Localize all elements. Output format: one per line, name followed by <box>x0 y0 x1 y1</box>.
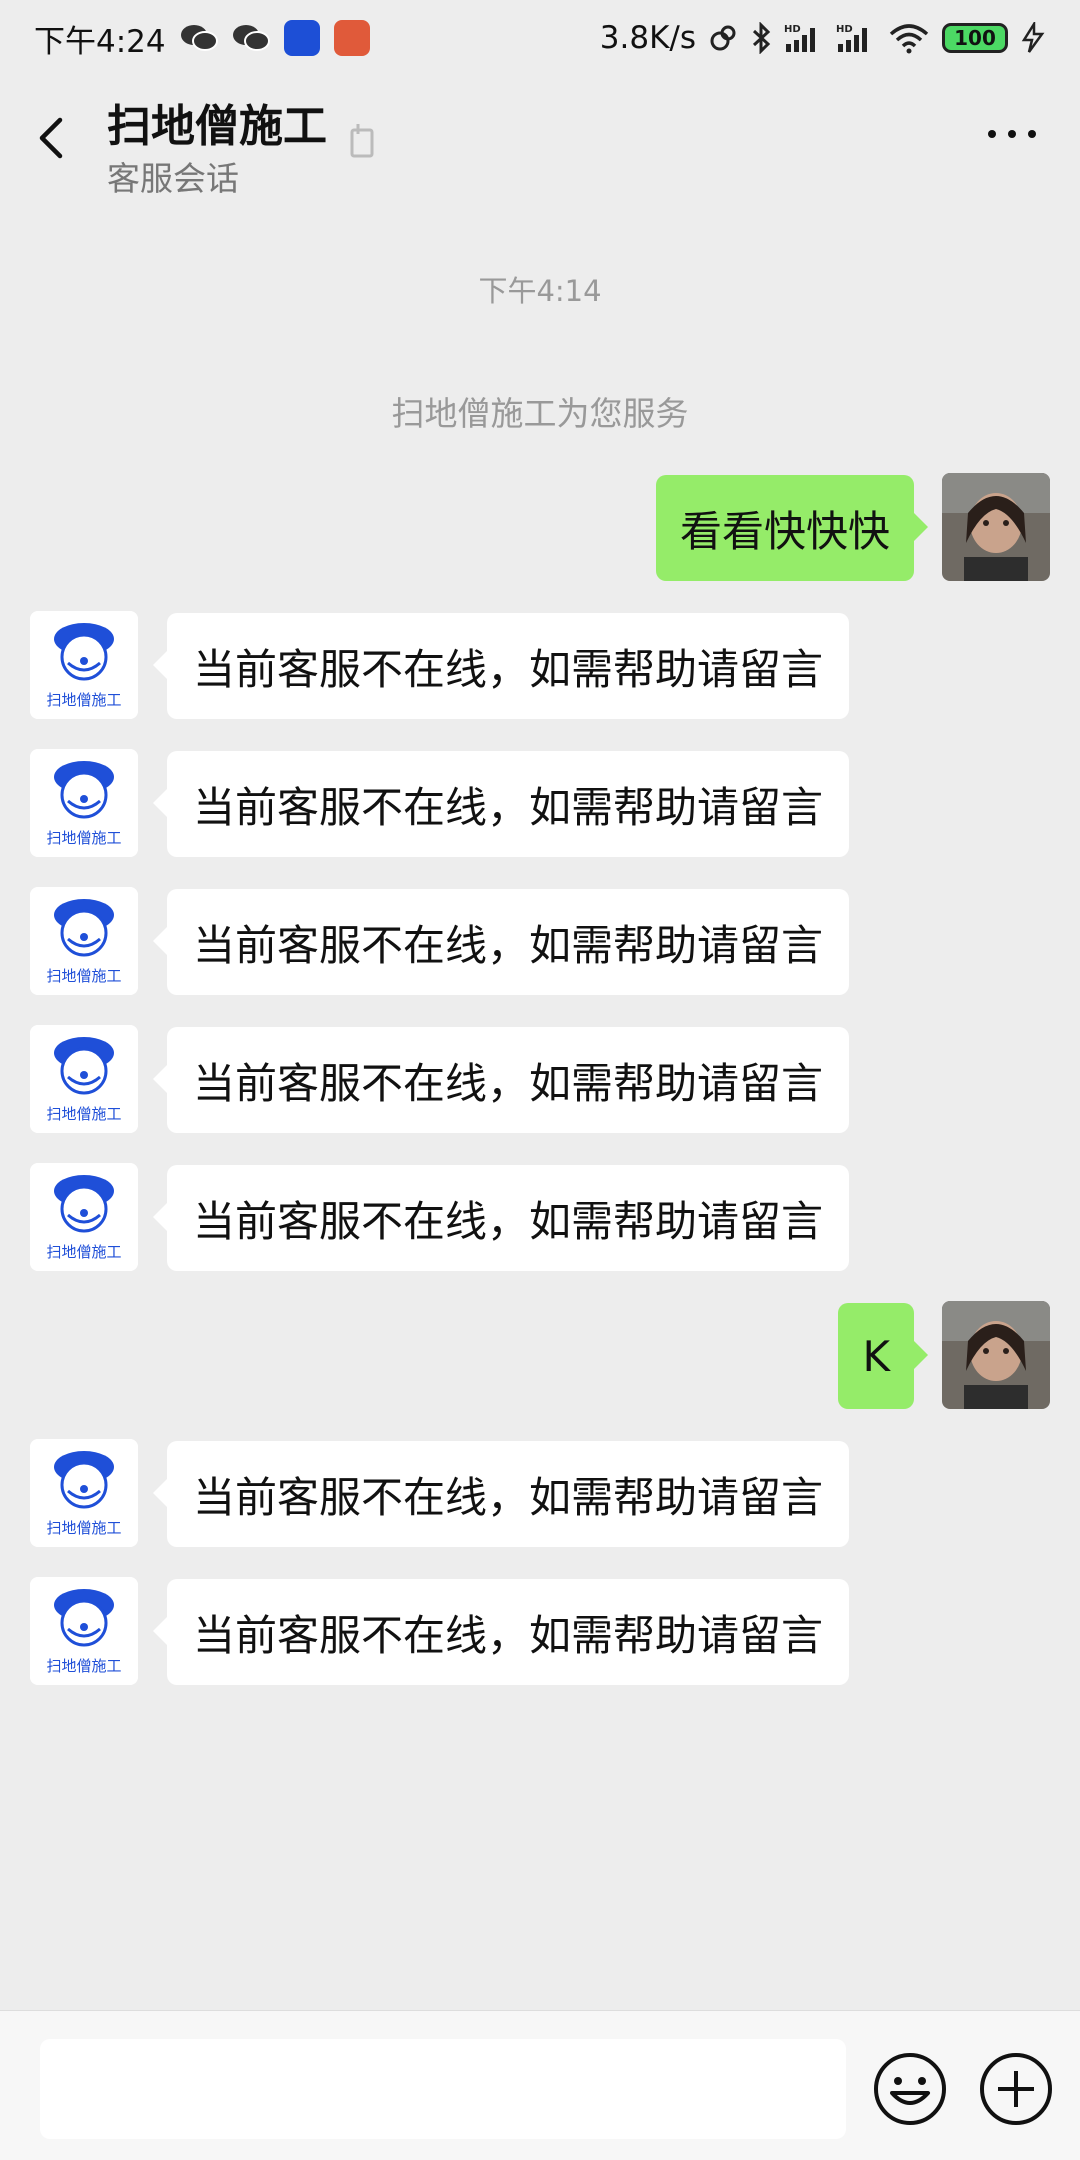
more-dots-icon[interactable] <box>984 114 1040 154</box>
bot-logo-icon: 扫地僧施工 <box>30 1163 138 1271</box>
incoming-message-bubble[interactable]: 当前客服不在线，如需帮助请留言 <box>152 751 850 857</box>
plus-icon[interactable] <box>978 2051 1054 2127</box>
signal-icon: HD <box>784 24 815 52</box>
link-icon <box>710 25 736 51</box>
wechat-notification-icon <box>180 25 218 51</box>
system-notice: 扫地僧施工为您服务 <box>391 394 689 433</box>
user-avatar-photo <box>942 473 1050 581</box>
svg-text:扫地僧施工: 扫地僧施工 <box>46 691 121 709</box>
bot-logo-icon: 扫地僧施工 <box>30 1439 138 1547</box>
bot-logo-icon: 扫地僧施工 <box>30 749 138 857</box>
chat-title: 扫地僧施工 <box>107 101 327 152</box>
bot-avatar[interactable]: 扫地僧施工 <box>30 1577 138 1685</box>
bot-logo-icon: 扫地僧施工 <box>30 611 138 719</box>
svg-text:扫地僧施工: 扫地僧施工 <box>46 1519 121 1537</box>
incoming-message-bubble[interactable]: 当前客服不在线，如需帮助请留言 <box>152 1441 850 1547</box>
svg-text:HD: HD <box>836 24 853 35</box>
bot-avatar[interactable]: 扫地僧施工 <box>30 1025 138 1133</box>
bot-logo-icon: 扫地僧施工 <box>30 1577 138 1685</box>
incoming-message-bubble[interactable]: 当前客服不在线，如需帮助请留言 <box>152 1579 850 1685</box>
battery-indicator: 100 <box>942 23 1008 53</box>
incoming-message-bubble[interactable]: 当前客服不在线，如需帮助请留言 <box>152 1165 850 1271</box>
chat-subtitle: 客服会话 <box>107 159 239 198</box>
app-notification-icon <box>283 20 320 56</box>
outgoing-message-bubble[interactable]: 看看快快快 <box>655 475 929 581</box>
charging-icon <box>1021 22 1045 53</box>
bot-logo-icon: 扫地僧施工 <box>30 887 138 995</box>
svg-text:扫地僧施工: 扫地僧施工 <box>46 829 121 847</box>
svg-text:扫地僧施工: 扫地僧施工 <box>46 967 121 985</box>
svg-text:扫地僧施工: 扫地僧施工 <box>46 1105 121 1123</box>
bot-avatar[interactable]: 扫地僧施工 <box>30 1439 138 1547</box>
bot-avatar[interactable]: 扫地僧施工 <box>30 749 138 857</box>
chat-header: 扫地僧施工 客服会话 <box>0 76 1080 206</box>
incoming-message-bubble[interactable]: 当前客服不在线，如需帮助请留言 <box>152 889 850 995</box>
input-bar <box>0 2010 1080 2160</box>
bot-avatar[interactable]: 扫地僧施工 <box>30 1163 138 1271</box>
battery-level: 100 <box>954 26 996 50</box>
network-speed: 3.8K/s <box>599 20 696 56</box>
svg-text:扫地僧施工: 扫地僧施工 <box>46 1243 121 1261</box>
user-avatar[interactable] <box>942 473 1050 581</box>
wifi-icon <box>889 24 929 54</box>
app-notification-icon <box>333 20 370 56</box>
wechat-notification-icon <box>232 25 270 51</box>
bot-avatar[interactable]: 扫地僧施工 <box>30 887 138 995</box>
svg-text:HD: HD <box>784 24 801 35</box>
bluetooth-icon <box>752 22 771 54</box>
user-avatar[interactable] <box>942 1301 1050 1409</box>
message-input[interactable] <box>40 2039 846 2139</box>
back-arrow-icon[interactable] <box>30 106 74 170</box>
outgoing-message-bubble[interactable]: K <box>838 1303 928 1409</box>
notice-icon[interactable] <box>348 120 378 160</box>
bot-avatar[interactable]: 扫地僧施工 <box>30 611 138 719</box>
emoji-icon[interactable] <box>872 2051 948 2127</box>
status-bar: 下午4:24 3.8K/s HD HD 100 <box>0 0 1080 76</box>
status-time: 下午4:24 <box>34 23 166 60</box>
svg-text:扫地僧施工: 扫地僧施工 <box>46 1657 121 1675</box>
incoming-message-bubble[interactable]: 当前客服不在线，如需帮助请留言 <box>152 613 850 719</box>
incoming-message-bubble[interactable]: 当前客服不在线，如需帮助请留言 <box>152 1027 850 1133</box>
user-avatar-photo <box>942 1301 1050 1409</box>
signal-icon: HD <box>836 24 867 52</box>
message-timestamp: 下午4:14 <box>478 274 602 308</box>
bot-logo-icon: 扫地僧施工 <box>30 1025 138 1133</box>
